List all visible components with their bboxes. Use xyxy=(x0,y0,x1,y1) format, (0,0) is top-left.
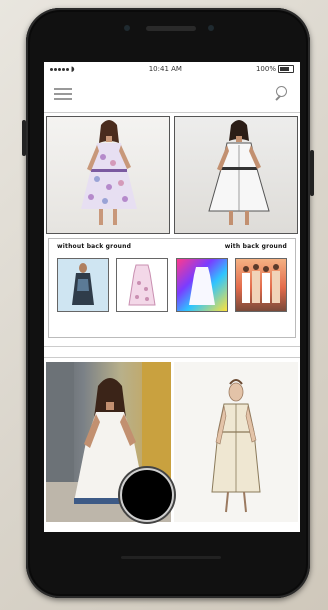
section-divider xyxy=(44,346,300,358)
camera-capture-button[interactable] xyxy=(120,468,174,522)
dress-photo-floral[interactable] xyxy=(46,116,170,234)
dress-photo-white[interactable] xyxy=(174,116,298,234)
thumb-with-bg-1[interactable] xyxy=(175,258,228,312)
battery-percent: 100% xyxy=(255,65,276,73)
white-dress-model-image xyxy=(208,120,270,225)
front-camera xyxy=(124,25,130,31)
signal-indicator: ◗ xyxy=(50,65,75,73)
label-with-background: with back ground xyxy=(224,243,287,250)
battery-icon xyxy=(277,65,294,73)
signal-dots-icon xyxy=(50,67,69,71)
search-icon[interactable] xyxy=(274,86,290,102)
background-comparison-panel: without back ground with back ground xyxy=(48,238,296,338)
thumb-without-bg-2[interactable] xyxy=(116,258,169,312)
top-nav-bar xyxy=(44,76,300,113)
phone-speaker xyxy=(146,26,196,31)
featured-dresses-row xyxy=(44,113,300,234)
status-bar: ◗ 10:41 AM 100% xyxy=(44,62,300,76)
proximity-sensor xyxy=(208,25,214,31)
app-screen: ◗ 10:41 AM 100% without back ground with… xyxy=(44,62,300,532)
status-time: 10:41 AM xyxy=(148,65,182,73)
thumb-without-bg-1[interactable] xyxy=(57,258,109,312)
label-without-background: without back ground xyxy=(57,243,132,250)
hamburger-menu-icon[interactable] xyxy=(54,88,72,100)
group-photo-thumbnail xyxy=(241,264,280,303)
colorful-bg-dress-thumbnail xyxy=(188,267,215,305)
floral-dress-model-image xyxy=(81,120,137,225)
home-indicator xyxy=(121,556,221,559)
volume-button xyxy=(22,120,26,156)
thumb-with-bg-2[interactable] xyxy=(234,258,287,312)
wifi-icon: ◗ xyxy=(71,65,75,73)
pink-dress-thumbnail xyxy=(128,264,156,306)
sketch-trench-dress[interactable] xyxy=(173,362,298,522)
fashion-sketch-image xyxy=(210,379,261,513)
dark-dress-thumbnail xyxy=(72,263,94,305)
power-button xyxy=(310,150,314,196)
